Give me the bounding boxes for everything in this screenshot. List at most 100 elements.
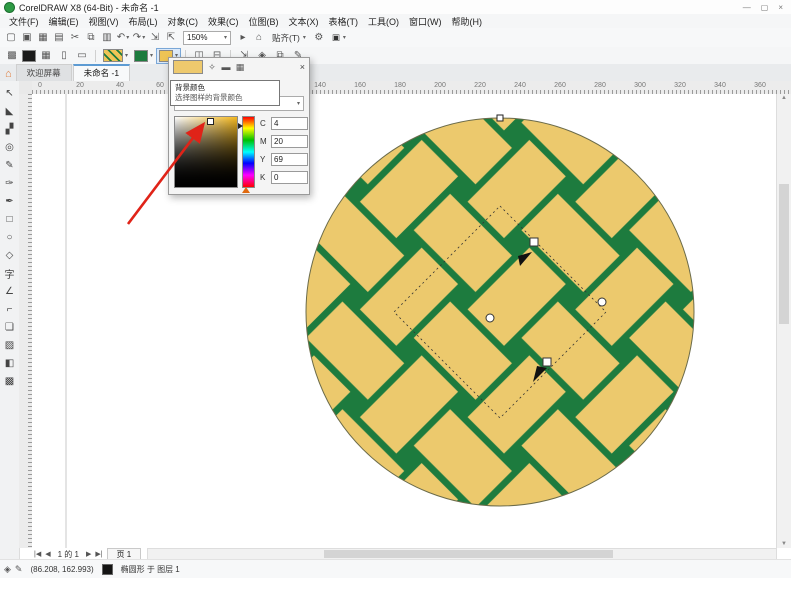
copy-icon[interactable]: ⧉ <box>83 30 99 45</box>
cmyk-row-K: K0 <box>260 171 308 184</box>
drop-shadow-tool[interactable]: ❏ <box>2 320 17 334</box>
snap-button[interactable]: 贴齐(T) ▾ <box>268 32 310 44</box>
redo-icon[interactable]: ↷ ▾ <box>131 30 147 45</box>
crop-tool[interactable]: ▞ <box>2 122 17 136</box>
last-page-button[interactable]: ▶| <box>93 550 104 558</box>
dimension-tool[interactable]: ∠ <box>2 284 17 298</box>
foreground-color-picker[interactable]: ▾ <box>132 49 155 63</box>
document-tab-1[interactable]: 未命名 -1 <box>72 64 131 81</box>
vertical-scrollbar-thumb[interactable] <box>779 184 789 324</box>
zoom-level-combo[interactable]: 150% ▾ <box>183 30 231 45</box>
pattern-picker[interactable]: ▾ <box>101 48 130 63</box>
menu-item-1[interactable]: 编辑(E) <box>44 15 84 28</box>
options-dropdown[interactable]: ▣ ▾ <box>328 32 350 43</box>
new-document-icon[interactable]: ▢ <box>3 30 19 45</box>
color-slider-icon[interactable]: ▬ <box>220 61 232 73</box>
status-bar: ◈ ✎ (86.208, 162.993) 椭圆形 于 图层 1 <box>0 559 791 578</box>
horizontal-scrollbar-thumb[interactable] <box>323 550 613 558</box>
scroll-up-icon[interactable]: ▲ <box>777 95 791 101</box>
scroll-down-icon[interactable]: ▼ <box>777 541 791 547</box>
home-icon[interactable]: ⌂ <box>5 68 12 80</box>
next-page-button[interactable]: ▶ <box>84 550 93 558</box>
close-button[interactable]: × <box>778 3 783 12</box>
freehand-tool[interactable]: ✎ <box>2 158 17 172</box>
saturation-brightness-field[interactable] <box>174 116 238 188</box>
connector-tool[interactable]: ⌐ <box>2 302 17 316</box>
menu-bar: 文件(F) 编辑(E) 视图(V) 布局(L) 对象(C) 效果(C) 位图(B) 文本(X)… <box>0 14 791 29</box>
menu-item-3[interactable]: 布局(L) <box>124 15 163 28</box>
application-launcher-icon[interactable]: ▸ <box>235 30 251 45</box>
pattern-scale-handle[interactable] <box>529 237 539 247</box>
uniform-fill-icon[interactable]: ▩ <box>4 48 20 63</box>
cmyk-input-Y[interactable]: 69 <box>271 153 308 166</box>
zoom-tool[interactable]: ◎ <box>2 140 17 154</box>
artistic-media-tool[interactable]: ✑ <box>2 176 17 190</box>
color-field-marker[interactable] <box>207 118 214 125</box>
pattern-preview-icon <box>103 49 123 62</box>
cmyk-input-K[interactable]: 0 <box>271 171 308 184</box>
menu-item-11[interactable]: 帮助(H) <box>447 15 488 28</box>
open-document-icon[interactable]: ▣ <box>19 30 35 45</box>
prev-page-button[interactable]: ◀ <box>43 550 52 558</box>
paste-icon[interactable]: ▥ <box>99 30 115 45</box>
menu-item-8[interactable]: 表格(T) <box>324 15 364 28</box>
rectangle-tool[interactable]: □ <box>2 212 17 226</box>
vertical-ruler[interactable] <box>19 94 33 548</box>
maximize-button[interactable]: ▢ <box>761 3 769 12</box>
pen-tool[interactable]: ✒ <box>2 194 17 208</box>
print-document-icon[interactable]: ▤ <box>51 30 67 45</box>
pattern-rotate-handle[interactable] <box>597 297 607 307</box>
pattern-library-icon[interactable]: ▦ <box>38 48 54 63</box>
pick-tool[interactable]: ↖ <box>2 86 17 100</box>
palette-grid-icon[interactable]: ▦ <box>234 61 246 73</box>
export-icon[interactable]: ⇱ <box>163 30 179 45</box>
menu-item-2[interactable]: 视图(V) <box>84 15 124 28</box>
current-color-swatch[interactable] <box>173 60 203 74</box>
close-icon[interactable]: × <box>300 62 305 72</box>
horizontal-ruler[interactable]: 0204060801001201401601802002202402602803… <box>32 81 791 95</box>
text-tool[interactable]: 字 <box>2 266 17 281</box>
smart-fill-tool[interactable]: ▩ <box>2 374 17 388</box>
page-portrait-icon[interactable]: ▯ <box>56 48 72 63</box>
polygon-tool[interactable]: ◇ <box>2 248 17 262</box>
hue-marker-icon[interactable] <box>238 123 243 129</box>
welcome-screen-icon[interactable]: ⌂ <box>251 30 267 45</box>
ellipse-object[interactable] <box>305 117 695 507</box>
undo-icon[interactable]: ↶ ▾ <box>115 30 131 45</box>
ellipse-tool[interactable]: ○ <box>2 230 17 244</box>
foreground-color-picker-swatch <box>134 49 149 62</box>
menu-item-0[interactable]: 文件(F) <box>4 15 44 28</box>
document-tab-0[interactable]: 欢迎屏幕 <box>15 64 72 81</box>
pattern-skew-handle[interactable] <box>542 357 552 367</box>
cursor-status-icon[interactable]: ◈ <box>4 564 11 575</box>
pattern-center-handle[interactable] <box>485 313 495 323</box>
ellipse-node[interactable] <box>496 114 504 122</box>
edit-status-icon[interactable]: ✎ <box>15 564 23 575</box>
document-tab-bar: ⌂ 欢迎屏幕 未命名 -1 <box>0 64 791 82</box>
minimize-button[interactable]: — <box>743 3 751 12</box>
cmyk-input-M[interactable]: 20 <box>271 135 308 148</box>
eyedropper-icon[interactable]: ✧ <box>206 61 218 73</box>
cmyk-input-C[interactable]: 4 <box>271 117 308 130</box>
cut-icon[interactable]: ✂ <box>67 30 83 45</box>
page-landscape-icon[interactable]: ▭ <box>74 48 90 63</box>
app-logo-icon <box>4 1 15 13</box>
menu-item-7[interactable]: 文本(X) <box>284 15 324 28</box>
hue-strip[interactable] <box>238 116 255 193</box>
fill-color-black[interactable] <box>22 49 36 62</box>
menu-item-6[interactable]: 位图(B) <box>244 15 284 28</box>
menu-item-9[interactable]: 工具(O) <box>363 15 404 28</box>
import-icon[interactable]: ⇲ <box>147 30 163 45</box>
menu-item-4[interactable]: 对象(C) <box>163 15 204 28</box>
interactive-fill-tool[interactable]: ◧ <box>2 356 17 370</box>
save-document-icon[interactable]: ▦ <box>35 30 51 45</box>
menu-item-5[interactable]: 效果(C) <box>203 15 244 28</box>
ruler-origin-corner[interactable] <box>19 81 33 95</box>
transparency-tool[interactable]: ▨ <box>2 338 17 352</box>
menu-item-10[interactable]: 窗口(W) <box>404 15 447 28</box>
shape-tool[interactable]: ◣ <box>2 104 17 118</box>
first-page-button[interactable]: |◀ <box>32 550 43 558</box>
drawing-canvas[interactable] <box>32 94 777 548</box>
gear-icon[interactable]: ⚙ <box>311 30 327 45</box>
vertical-scrollbar[interactable]: ▲ ▼ <box>776 94 791 548</box>
